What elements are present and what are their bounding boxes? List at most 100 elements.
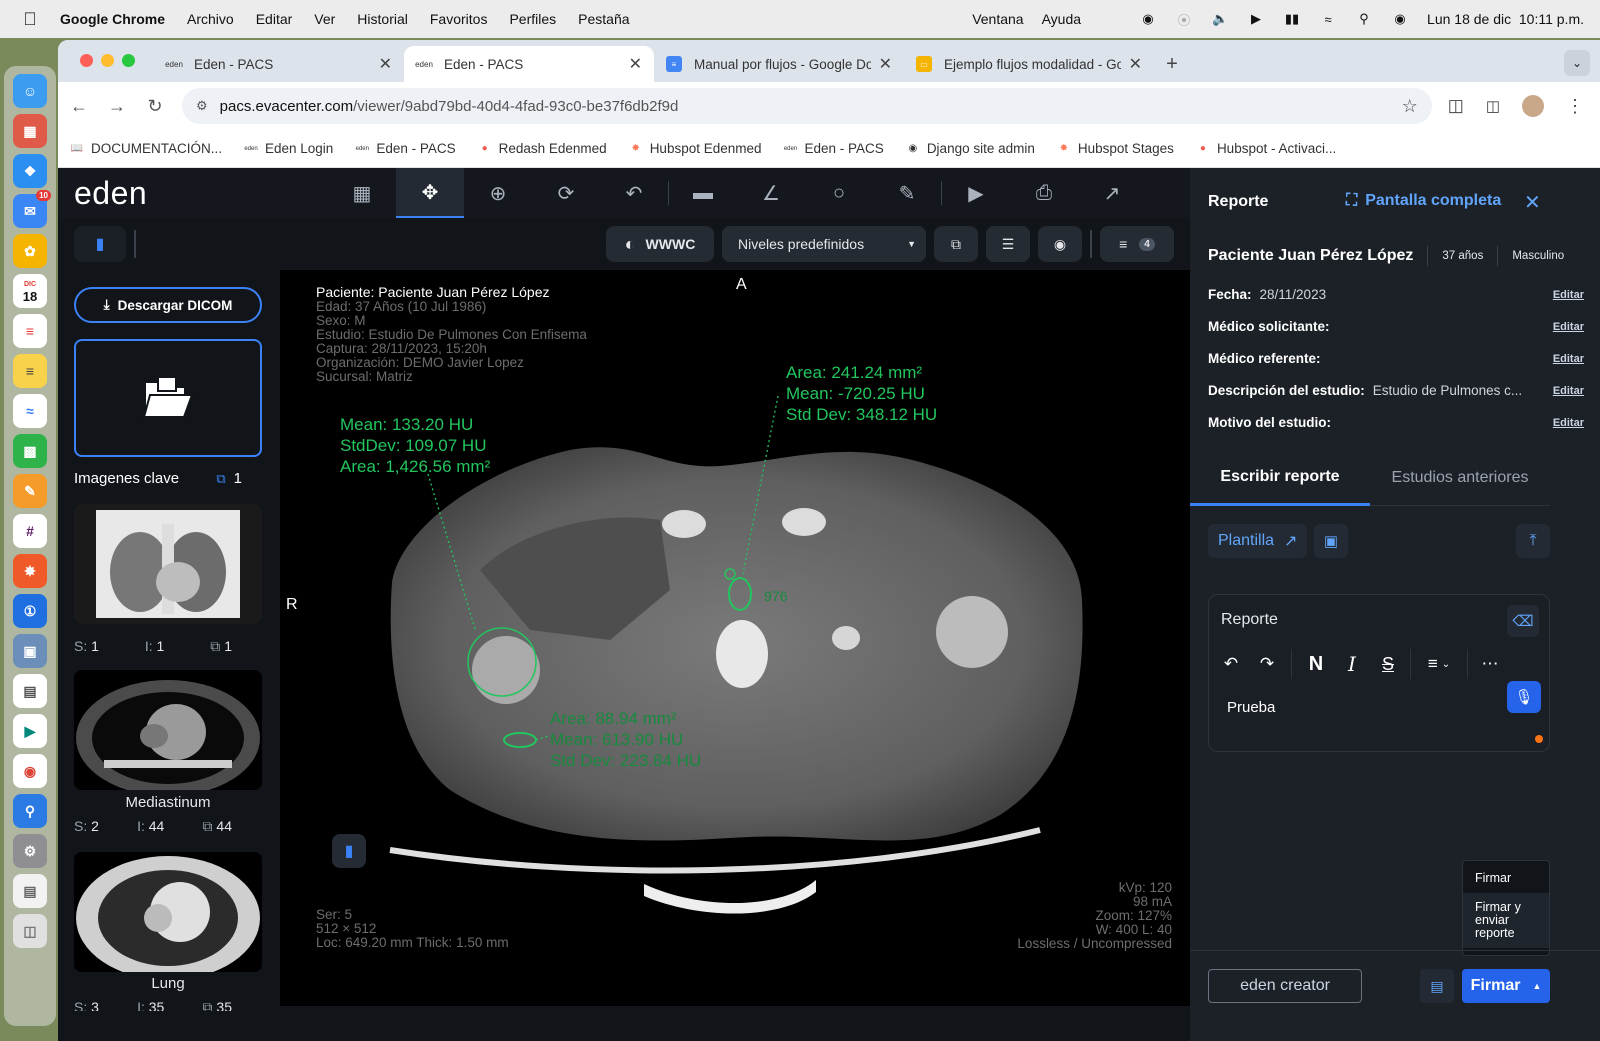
- italic-button[interactable]: I: [1334, 649, 1370, 679]
- chrome-menu-icon[interactable]: ⋮: [1566, 96, 1584, 117]
- trash-icon[interactable]: ◫: [13, 914, 47, 948]
- menu-pestana[interactable]: Pestaña: [578, 11, 629, 27]
- edit-link[interactable]: Editar: [1553, 353, 1584, 365]
- strikethrough-button[interactable]: S: [1370, 649, 1406, 679]
- bookmark-key-image-button[interactable]: ▮: [332, 834, 366, 868]
- bookmark-hubspot-activacion[interactable]: ● Hubspot - Activaci...: [1196, 141, 1336, 156]
- menubar-app-name[interactable]: Google Chrome: [60, 11, 165, 27]
- wwwc-button[interactable]: ◐ WWWC: [606, 226, 714, 262]
- bookmark-eden-pacs-2[interactable]: eden Eden - PACS: [784, 141, 884, 156]
- preview-document-button[interactable]: ▤: [1420, 969, 1454, 1003]
- menu-ayuda[interactable]: Ayuda: [1042, 11, 1081, 27]
- password-manager-icon[interactable]: ◉: [1139, 11, 1157, 27]
- bookmark-django[interactable]: ◉ Django site admin: [906, 141, 1034, 156]
- reminders-icon[interactable]: ≡: [13, 314, 47, 348]
- edit-link[interactable]: Editar: [1553, 385, 1584, 397]
- series-thumbnail-1[interactable]: [74, 504, 262, 624]
- angle-tool-icon[interactable]: ∠: [737, 168, 805, 218]
- spotlight-search-icon[interactable]: ⚲: [1355, 11, 1373, 27]
- undo-icon[interactable]: ↶: [1213, 649, 1249, 679]
- site-info-icon[interactable]: ⚙: [196, 98, 208, 114]
- report-text-input[interactable]: Prueba: [1227, 699, 1275, 716]
- rotate-tool-icon[interactable]: ⟳: [532, 168, 600, 218]
- edit-link[interactable]: Editar: [1553, 289, 1584, 301]
- measurement-right[interactable]: Area: 241.24 mm² Mean: -720.25 HU Std De…: [786, 362, 937, 425]
- slack-icon[interactable]: #: [13, 514, 47, 548]
- freeform-icon[interactable]: ≈: [13, 394, 47, 428]
- chrome-icon[interactable]: ◉: [13, 754, 47, 788]
- calendar-icon[interactable]: DIC 18: [13, 274, 47, 308]
- menu-ver[interactable]: Ver: [314, 11, 335, 27]
- save-template-button[interactable]: ▣: [1314, 524, 1348, 558]
- documents-icon[interactable]: ▤: [13, 874, 47, 908]
- redo-icon[interactable]: ↷: [1249, 649, 1285, 679]
- proxyman-icon[interactable]: ⚲: [13, 794, 47, 828]
- new-tab-button[interactable]: +: [1154, 46, 1190, 82]
- menu-archivo[interactable]: Archivo: [187, 11, 234, 27]
- numbers-icon[interactable]: ▩: [13, 434, 47, 468]
- more-options-icon[interactable]: ⋯: [1472, 649, 1508, 679]
- safari-icon[interactable]: ❖: [13, 154, 47, 188]
- tab-escribir-reporte[interactable]: Escribir reporte: [1190, 450, 1370, 506]
- compare-button[interactable]: ⧉: [934, 226, 978, 262]
- back-arrow-icon[interactable]: ←: [68, 96, 90, 117]
- tab-eden-pacs-2[interactable]: eden Eden - PACS ✕: [404, 46, 654, 82]
- preview-icon[interactable]: ▣: [13, 634, 47, 668]
- adjust-button[interactable]: ☰: [986, 226, 1030, 262]
- cine-play-icon[interactable]: ▶: [942, 168, 1010, 218]
- measurement-left[interactable]: Mean: 133.20 HU StdDev: 109.07 HU Area: …: [340, 414, 490, 477]
- menu-firmar-enviar[interactable]: Firmar y enviar reporte: [1463, 893, 1549, 948]
- menu-editar[interactable]: Editar: [256, 11, 293, 27]
- airdrop-icon[interactable]: ⦿: [1175, 11, 1193, 28]
- bold-button[interactable]: N: [1298, 649, 1334, 679]
- clear-format-button[interactable]: ⌫: [1507, 605, 1539, 637]
- upload-dropzone[interactable]: [74, 339, 262, 457]
- side-panel-icon[interactable]: ◫: [1486, 97, 1500, 115]
- bookmark-hubspot-edenmed[interactable]: ✸ Hubspot Edenmed: [629, 141, 761, 156]
- download-dicom-button[interactable]: ⤓ Descargar DICOM: [74, 287, 262, 323]
- key-images-row[interactable]: Imagenes clave ⧉ 1: [74, 470, 262, 487]
- control-center-icon[interactable]: ◉: [1391, 11, 1409, 27]
- menu-perfiles[interactable]: Perfiles: [509, 11, 556, 27]
- app-orange-icon[interactable]: ✸: [13, 554, 47, 588]
- zoom-tool-icon[interactable]: ⊕: [464, 168, 532, 218]
- close-tab-icon[interactable]: ✕: [629, 54, 642, 74]
- onepassword-icon[interactable]: ①: [13, 594, 47, 628]
- align-dropdown[interactable]: ≡ ⌄: [1415, 649, 1463, 679]
- layout-grid-icon[interactable]: ▦: [328, 168, 396, 218]
- visibility-button[interactable]: ◉: [1038, 226, 1082, 262]
- eden-creator-button[interactable]: eden creator: [1208, 969, 1362, 1003]
- series-thumbnail-3[interactable]: [74, 852, 262, 972]
- menu-ventana[interactable]: Ventana: [972, 11, 1023, 27]
- dictation-button[interactable]: 🎙: [1507, 681, 1541, 713]
- menu-historial[interactable]: Historial: [357, 11, 408, 27]
- annotations-list-button[interactable]: ≡ 4: [1100, 226, 1174, 262]
- notes-icon[interactable]: ≡: [13, 354, 47, 388]
- sync-toggle-button[interactable]: ▮: [74, 226, 126, 262]
- tab-search-chevron-icon[interactable]: ⌄: [1564, 50, 1590, 76]
- pencil-tool-icon[interactable]: ✎: [873, 168, 941, 218]
- bookmark-eden-login[interactable]: eden Eden Login: [244, 141, 333, 156]
- sign-button[interactable]: Firmar ▲: [1462, 969, 1550, 1003]
- upload-report-button[interactable]: ⤒: [1516, 524, 1550, 558]
- edit-link[interactable]: Editar: [1553, 321, 1584, 333]
- presets-dropdown[interactable]: Niveles predefinidos ▼: [722, 226, 926, 262]
- bookmark-documentacion[interactable]: 📖 DOCUMENTACIÓN...: [70, 141, 222, 156]
- tab-estudios-anteriores[interactable]: Estudios anteriores: [1370, 450, 1550, 506]
- bookmark-hubspot-stages[interactable]: ✸ Hubspot Stages: [1057, 141, 1174, 156]
- launchpad-icon[interactable]: ▦: [13, 114, 47, 148]
- print-icon[interactable]: ⎙: [1010, 168, 1078, 218]
- photos-icon[interactable]: ✿: [13, 234, 47, 268]
- close-tab-icon[interactable]: ✕: [1129, 54, 1142, 74]
- reload-icon[interactable]: ↻: [144, 96, 166, 117]
- finder-icon[interactable]: ☺: [13, 74, 47, 108]
- menubar-datetime[interactable]: Lun 18 de dic 10:11 p.m.: [1427, 11, 1584, 27]
- template-button[interactable]: Plantilla ↗: [1208, 524, 1308, 558]
- series-thumbnail-2[interactable]: [74, 670, 262, 790]
- tab-manual-flujos[interactable]: ≡ Manual por flujos - Google Do ✕: [654, 46, 904, 82]
- measurement-bottom[interactable]: Area: 88.94 mm² Mean: 613.90 HU Std Dev:…: [550, 708, 701, 771]
- volume-icon[interactable]: 🔈: [1211, 11, 1229, 27]
- pan-tool-icon[interactable]: ✥: [396, 168, 464, 218]
- edit-link[interactable]: Editar: [1553, 417, 1584, 429]
- bookmark-eden-pacs[interactable]: eden Eden - PACS: [355, 141, 456, 156]
